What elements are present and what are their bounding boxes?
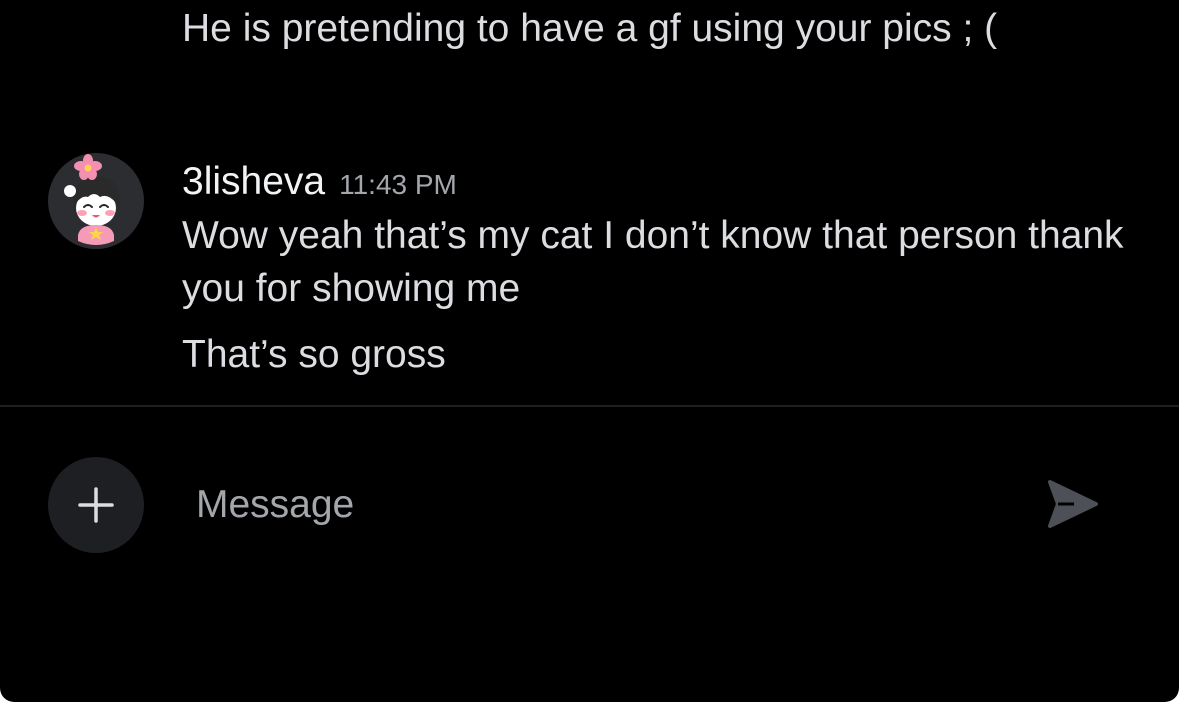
message-timestamp: 11:43 PM bbox=[339, 169, 457, 200]
composer-divider bbox=[0, 405, 1179, 407]
username[interactable]: 3lisheva bbox=[182, 154, 325, 210]
previous-message-text: He is pretending to have a gf using your… bbox=[182, 7, 998, 50]
send-arrow-icon bbox=[1048, 480, 1098, 528]
chat-screen: He is pretending to have a gf using your… bbox=[0, 0, 1179, 702]
send-button[interactable] bbox=[1040, 474, 1104, 534]
message-text[interactable]: That’s so gross bbox=[182, 328, 1142, 381]
message-input[interactable] bbox=[182, 474, 1016, 536]
message-text[interactable]: Wow yeah that’s my cat I don’t know that… bbox=[182, 209, 1142, 315]
message-header: 3lisheva 11:43 PM bbox=[182, 154, 457, 210]
anime-girl-avatar-icon bbox=[48, 153, 144, 249]
plus-icon bbox=[78, 487, 114, 523]
user-avatar[interactable] bbox=[48, 153, 144, 249]
add-attachment-button[interactable] bbox=[48, 457, 144, 553]
